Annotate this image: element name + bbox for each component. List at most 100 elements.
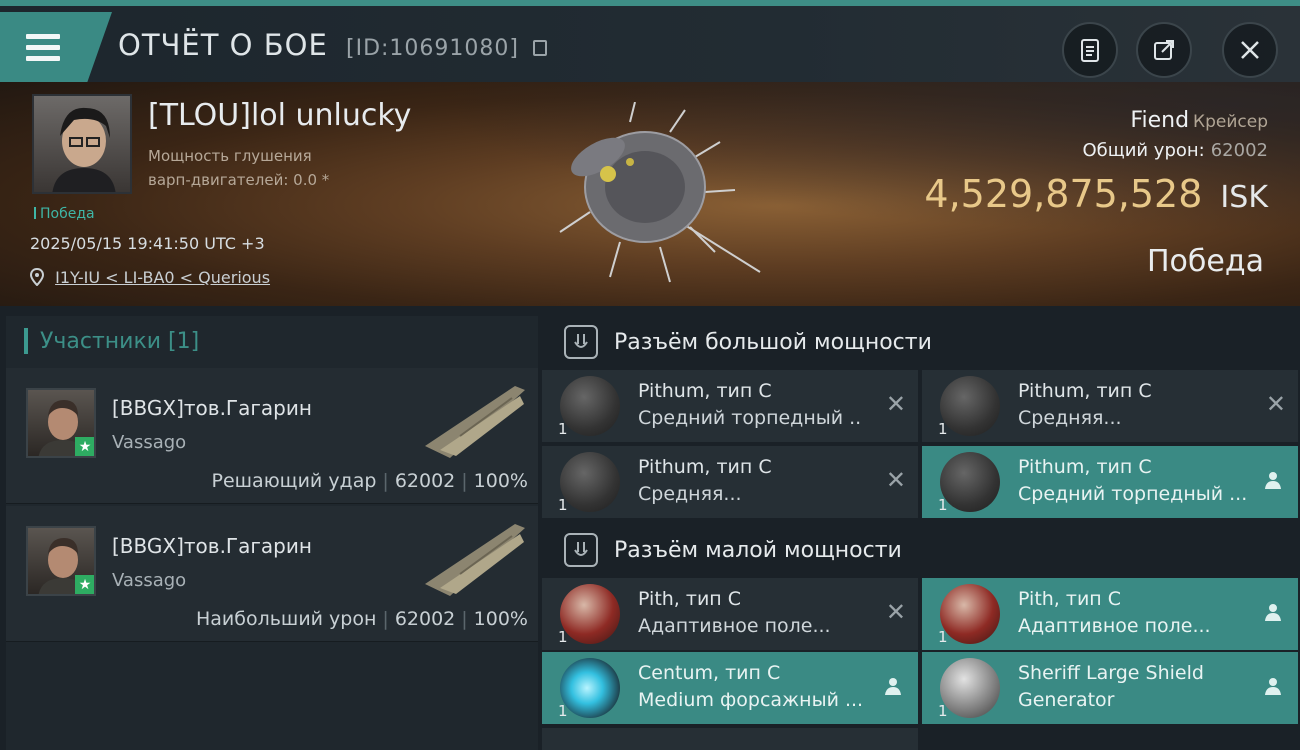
warp-label-line1: Мощность глушения <box>148 147 312 165</box>
avatar: ★ <box>26 388 96 458</box>
module-item[interactable]: 1 Pith, тип C Адаптивное поле... ✕ <box>542 578 918 650</box>
module-type: Адаптивное поле... <box>638 615 831 637</box>
clipboard-button[interactable] <box>1062 22 1118 78</box>
isk-unit: ISK <box>1220 180 1268 215</box>
module-item[interactable]: 1 Pithum, тип C Средняя... ✕ <box>922 370 1298 442</box>
torpedo-launcher-icon <box>940 376 1000 436</box>
module-item[interactable]: 1 Sheriff Large Shield Generator <box>922 652 1298 724</box>
page-title-text: ОТЧЁТ О БОЕ <box>118 28 328 62</box>
module-type: Адаптивное поле... <box>1018 615 1211 637</box>
attacker-ship-image <box>425 386 525 458</box>
location-text[interactable]: I1Y-IU < LI-BA0 < Querious <box>55 268 270 287</box>
attacker-stats: Наибольший урон | 62002 | 100% <box>195 608 528 630</box>
module-name: Pithum, тип C <box>1018 456 1152 478</box>
kill-timestamp: 2025/05/15 19:41:50 UTC +3 <box>30 234 265 253</box>
module-qty: 1 <box>558 420 568 438</box>
destroyed-icon: ✕ <box>885 466 906 494</box>
shield-hardener-icon <box>940 584 1000 644</box>
result-badge: Победа <box>34 206 95 222</box>
low-slot-header: Разъём малой мощности <box>542 524 1300 576</box>
module-item[interactable]: 1 Pithum, тип C Средняя... ✕ <box>542 446 918 518</box>
hamburger-icon <box>26 34 60 61</box>
star-icon: ★ <box>75 575 94 594</box>
kill-location[interactable]: I1Y-IU < LI-BA0 < Querious <box>29 267 270 287</box>
module-name: Sheriff Large Shield <box>1018 662 1204 684</box>
module-name: Centum, тип C <box>638 662 781 684</box>
warp-scramble-strength: Мощность глушения варп-двигателей: 0.0 * <box>148 144 398 192</box>
attacker-ship-image <box>425 524 525 596</box>
attacker-percent: 100% <box>473 608 528 630</box>
participants-header[interactable]: Участники [1] <box>6 316 538 366</box>
module-name: Pith, тип C <box>1018 588 1122 610</box>
victim-ship: Fiend Крейсер <box>1130 108 1268 133</box>
shield-generator-icon <box>940 658 1000 718</box>
avatar: ★ <box>26 526 96 596</box>
module-item[interactable]: 1 Pith, тип C Адаптивное поле... <box>922 578 1298 650</box>
attacker-percent: 100% <box>473 470 528 492</box>
close-icon <box>1241 41 1259 59</box>
isk-amount: 4,529,875,528 <box>924 172 1203 216</box>
module-type: Средняя... <box>638 483 742 505</box>
close-button[interactable] <box>1222 22 1278 78</box>
module-qty: 1 <box>558 702 568 720</box>
top-bar: ОТЧЁТ О БОЕ [ID:10691080] <box>0 0 1300 82</box>
menu-button[interactable] <box>0 12 112 82</box>
star-icon: ★ <box>75 437 94 456</box>
attacker-damage: 62002 <box>394 608 456 630</box>
attacker-damage: 62002 <box>394 470 456 492</box>
share-button[interactable] <box>1136 22 1192 78</box>
module-type: Средняя... <box>1018 407 1122 429</box>
victim-ship-name: Fiend <box>1130 108 1190 133</box>
report-id: [ID:10691080] <box>346 36 519 61</box>
module-item-partial[interactable] <box>542 728 918 750</box>
module-qty: 1 <box>558 496 568 514</box>
attacker-role: Решающий удар <box>211 470 377 492</box>
torpedo-launcher-icon <box>560 376 620 436</box>
victim-ship-image <box>559 102 761 283</box>
isk-value: 4,529,875,528 ISK <box>924 172 1268 216</box>
module-qty: 1 <box>938 496 948 514</box>
afterburner-icon <box>560 658 620 718</box>
dropped-person-icon <box>1265 472 1281 489</box>
share-icon <box>1154 40 1174 60</box>
victim-pilot-name[interactable]: [TLOU]lol unlucky <box>148 98 411 133</box>
kill-banner: [TLOU]lol unlucky Мощность глушения варп… <box>0 82 1300 306</box>
victim-ship-class: Крейсер <box>1193 112 1268 132</box>
module-name: Pithum, тип C <box>638 380 772 402</box>
attacker-row[interactable]: ★ [BBGX]тов.Гагарин Vassago Наибольший у… <box>6 506 538 642</box>
torpedo-launcher-icon <box>560 452 620 512</box>
copy-icon[interactable] <box>533 40 548 56</box>
module-qty: 1 <box>938 702 948 720</box>
attacker-ship: Vassago <box>112 570 187 591</box>
participants-panel: Участники [1] ★ [BBGX]тов.Гагарин Vassag… <box>6 316 538 750</box>
high-slot-title: Разъём большой мощности <box>614 329 932 355</box>
module-item[interactable]: 1 Centum, тип C Medium форсажный ... <box>542 652 918 724</box>
torpedo-launcher-icon <box>940 452 1000 512</box>
page-title: ОТЧЁТ О БОЕ [ID:10691080] <box>118 28 548 62</box>
module-type: Medium форсажный ... <box>638 689 864 711</box>
module-type: Средний торпедный .. <box>638 407 862 429</box>
destroyed-icon: ✕ <box>885 390 906 418</box>
shield-hardener-icon <box>560 584 620 644</box>
module-name: Pithum, тип C <box>1018 380 1152 402</box>
module-name: Pithum, тип C <box>638 456 772 478</box>
module-item[interactable]: 1 Pithum, тип C Средний торпедный .. ✕ <box>542 370 918 442</box>
module-item[interactable]: 1 Pithum, тип C Средний торпедный ... <box>922 446 1298 518</box>
module-name: Pith, тип C <box>638 588 742 610</box>
module-type: Generator <box>1018 689 1115 711</box>
low-slot-title: Разъём малой мощности <box>614 537 902 563</box>
result-label: Победа <box>1147 244 1264 279</box>
attacker-ship: Vassago <box>112 432 187 453</box>
module-qty: 1 <box>938 628 948 646</box>
victim-portrait[interactable] <box>32 94 132 194</box>
attacker-stats: Решающий удар | 62002 | 100% <box>211 470 528 492</box>
low-slot-icon <box>564 533 598 567</box>
attacker-row[interactable]: ★ [BBGX]тов.Гагарин Vassago Решающий уда… <box>6 368 538 504</box>
dropped-person-icon <box>885 678 901 695</box>
clipboard-icon <box>1081 39 1099 62</box>
high-slot-icon <box>564 325 598 359</box>
attacker-role: Наибольший урон <box>195 608 377 630</box>
module-qty: 1 <box>558 628 568 646</box>
dropped-person-icon <box>1265 678 1281 695</box>
dropped-person-icon <box>1265 604 1281 621</box>
